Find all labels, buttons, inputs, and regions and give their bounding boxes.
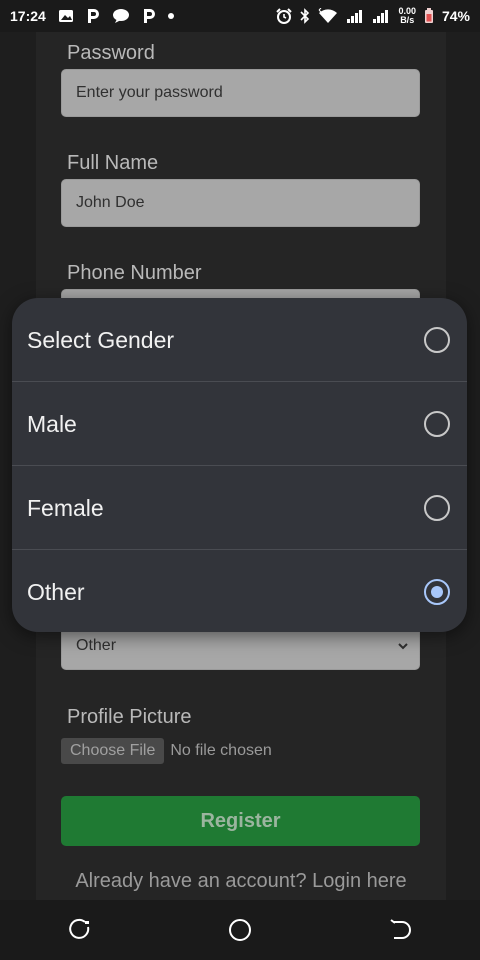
profile-picture-label: Profile Picture <box>67 706 192 728</box>
dot-icon <box>167 13 174 19</box>
battery-percent: 74% <box>441 8 470 24</box>
network-speed-unit: B/s <box>400 15 415 25</box>
fullname-input[interactable]: John Doe <box>61 179 420 227</box>
battery-icon <box>424 8 434 24</box>
password-label: Password <box>67 42 155 64</box>
bluetooth-icon <box>300 8 310 24</box>
password-input[interactable]: Enter your password <box>61 69 420 117</box>
home-icon[interactable] <box>210 900 270 960</box>
option-label: Select Gender <box>27 326 175 353</box>
recents-icon[interactable] <box>50 900 110 960</box>
radio-button[interactable] <box>424 411 450 437</box>
file-input: Choose File No file chosen <box>61 738 272 764</box>
radio-button-selected[interactable] <box>424 579 450 605</box>
back-icon[interactable] <box>370 900 430 960</box>
p-app-icon <box>142 8 156 24</box>
status-bar: 17:24 0.00 B/s 74% <box>0 0 480 32</box>
network-speed: 0.00 B/s <box>398 7 416 25</box>
image-icon <box>58 9 74 23</box>
gender-dialog: Select Gender Male Female Other <box>12 298 467 632</box>
gender-select-value: Other <box>76 637 117 654</box>
alarm-icon <box>276 8 293 24</box>
chevron-down-icon <box>397 639 409 657</box>
option-other[interactable]: Other <box>12 550 467 632</box>
file-status: No file chosen <box>170 742 272 759</box>
option-label: Other <box>27 578 85 605</box>
register-button[interactable]: Register <box>61 796 420 846</box>
option-select-gender[interactable]: Select Gender <box>12 298 467 382</box>
login-link[interactable]: Already have an account? Login here <box>36 870 446 893</box>
option-male[interactable]: Male <box>12 382 467 466</box>
option-label: Female <box>27 494 104 521</box>
navigation-bar <box>0 900 480 960</box>
signal-icon <box>346 9 364 23</box>
fullname-label: Full Name <box>67 152 159 174</box>
wifi-icon <box>318 8 338 24</box>
chat-icon <box>112 8 130 24</box>
choose-file-button[interactable]: Choose File <box>61 738 165 764</box>
option-female[interactable]: Female <box>12 466 467 550</box>
option-label: Male <box>27 410 77 437</box>
radio-button[interactable] <box>424 327 450 353</box>
clock: 17:24 <box>10 8 46 24</box>
phone-label: Phone Number <box>67 262 202 284</box>
p-app-icon <box>86 8 100 24</box>
radio-button[interactable] <box>424 495 450 521</box>
signal-icon <box>372 9 390 23</box>
